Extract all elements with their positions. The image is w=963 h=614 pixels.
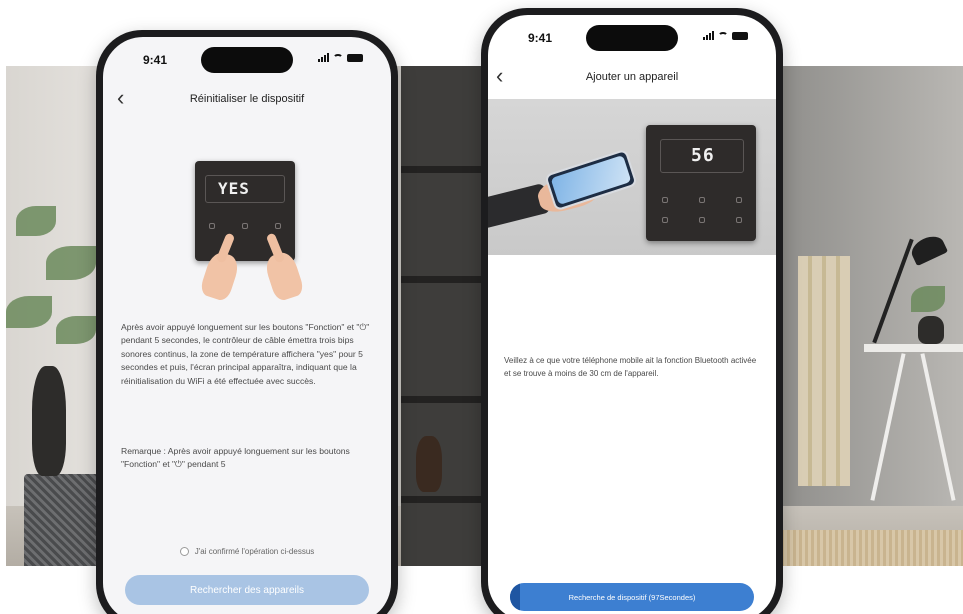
reset-note: Remarque : Après avoir appuyé longuement…	[121, 446, 350, 470]
display-text: YES	[218, 179, 250, 198]
searching-progress-button[interactable]: Recherche de dispositif (97Secondes)	[510, 583, 754, 611]
paper-rolls	[798, 256, 850, 486]
bluetooth-instruction: Veillez à ce que votre téléphone mobile …	[504, 356, 757, 378]
confirm-row[interactable]: J'ai confirmé l'opération ci-dessus	[103, 547, 391, 556]
thermostat-illustration: YES	[195, 161, 295, 261]
plant-leaf	[46, 246, 96, 280]
display-text: 56	[691, 145, 715, 166]
vase-left	[32, 366, 66, 476]
function-button-icon	[209, 223, 215, 229]
battery-icon	[732, 31, 748, 40]
thermostat-buttons-row-1	[662, 197, 742, 203]
floor-lamp	[872, 238, 914, 344]
shelf-board	[401, 396, 491, 403]
phone-frame-right: 9:41 ‹ Ajouter un appareil 56 Veillez à …	[481, 8, 783, 614]
shelf-board	[401, 496, 491, 503]
search-devices-button[interactable]: Rechercher des appareils	[125, 575, 369, 605]
reset-device-screen: 9:41 ‹ Réinitialiser le dispositif YES A…	[103, 37, 391, 614]
shelf-vase	[416, 436, 442, 492]
thermostat-display: YES	[205, 175, 285, 203]
nav-bar: ‹ Réinitialiser le dispositif	[103, 83, 391, 117]
fan-button-icon	[699, 217, 705, 223]
signal-icon	[318, 53, 329, 62]
progress-label: Recherche de dispositif (97Secondes)	[568, 592, 696, 602]
status-bar: 9:41	[103, 37, 391, 81]
phone-frame-left: 9:41 ‹ Réinitialiser le dispositif YES A…	[96, 30, 398, 614]
bookshelf	[401, 66, 491, 566]
thermostat-illustration: 56	[646, 125, 756, 241]
confirm-label: J'ai confirmé l'opération ci-dessus	[194, 547, 315, 556]
signal-icon	[703, 31, 714, 40]
status-time: 9:41	[143, 53, 168, 67]
lamp-shade	[907, 231, 949, 267]
thermostat-buttons-row-2	[662, 217, 742, 223]
mode-button-icon	[699, 197, 705, 203]
power-button-icon	[275, 223, 281, 229]
plant-leaf	[56, 316, 96, 344]
table-leg	[870, 353, 906, 501]
dynamic-island	[201, 47, 293, 73]
progress-indicator	[510, 583, 520, 611]
confirm-radio[interactable]	[179, 547, 189, 556]
table-pot	[918, 316, 944, 344]
dynamic-island	[586, 25, 678, 51]
rug	[766, 530, 963, 566]
wifi-icon	[718, 31, 728, 40]
page-title: Ajouter un appareil	[585, 71, 679, 83]
mode-button-icon	[242, 223, 248, 229]
nav-bar: ‹ Ajouter un appareil	[488, 61, 776, 95]
page-title: Réinitialiser le dispositif	[189, 93, 305, 105]
thermostat-display: 56	[660, 139, 744, 173]
stool	[24, 474, 104, 566]
bluetooth-pairing-illustration: 56	[488, 99, 776, 255]
system-icons	[703, 31, 748, 40]
plant-leaf	[911, 286, 945, 312]
power-button-icon	[736, 197, 742, 203]
system-icons	[318, 53, 363, 62]
table-leg	[920, 353, 956, 501]
status-time: 9:41	[528, 31, 553, 45]
battery-icon	[347, 53, 363, 62]
function-button-icon	[662, 197, 668, 203]
side-table	[864, 344, 963, 352]
plant-leaf	[6, 296, 52, 328]
status-bar: 9:41	[488, 15, 776, 59]
up-button-icon	[736, 217, 742, 223]
shelf-board	[401, 166, 491, 173]
plant-leaf	[16, 206, 56, 236]
down-button-icon	[662, 217, 668, 223]
shelf-board	[401, 276, 491, 283]
wifi-icon	[333, 53, 343, 62]
thermostat-buttons	[209, 223, 281, 229]
mobile-phone-illustration	[544, 148, 638, 212]
add-device-screen: 9:41 ‹ Ajouter un appareil 56 Veillez à …	[488, 15, 776, 614]
reset-instructions: Après avoir appuyé longuement sur les bo…	[121, 322, 370, 386]
